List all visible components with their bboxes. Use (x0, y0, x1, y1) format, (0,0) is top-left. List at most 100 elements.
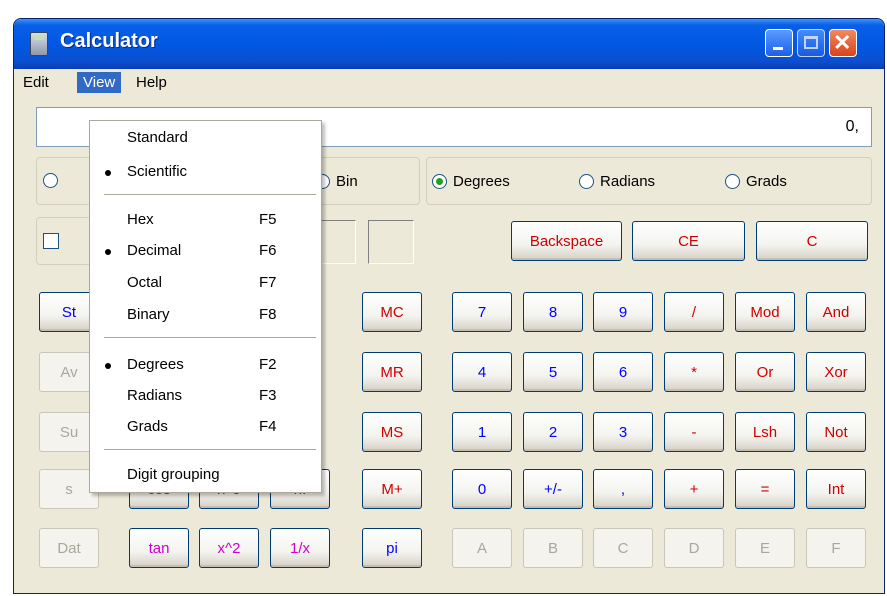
key-4[interactable]: 4 (452, 352, 512, 392)
menu-separator (104, 449, 316, 450)
menu-help[interactable]: Help (130, 72, 173, 93)
key-decimal[interactable]: , (593, 469, 653, 509)
menu-item-grads[interactable]: Grads F4 (90, 415, 321, 439)
key-divide[interactable]: / (664, 292, 724, 332)
radio-circle-selected (432, 174, 447, 189)
menu-edit[interactable]: Edit (17, 72, 55, 93)
menu-item-shortcut: F5 (259, 211, 277, 228)
key-int[interactable]: Int (806, 469, 866, 509)
inv-checkbox[interactable] (43, 233, 59, 249)
menu-item-degrees[interactable]: Degrees F2 (90, 353, 321, 377)
key-8[interactable]: 8 (523, 292, 583, 332)
radio-circle (579, 174, 594, 189)
clear-button[interactable]: C (756, 221, 868, 261)
memory-store-button[interactable]: MS (362, 412, 422, 452)
key-0[interactable]: 0 (452, 469, 512, 509)
memory-indicator (368, 220, 414, 264)
key-or[interactable]: Or (735, 352, 795, 392)
key-lsh[interactable]: Lsh (735, 412, 795, 452)
menu-view[interactable]: View (77, 72, 122, 93)
menu-item-label: Standard (127, 129, 188, 146)
key-9[interactable]: 9 (593, 292, 653, 332)
menu-item-shortcut: F6 (259, 242, 277, 259)
menu-item-label: Degrees (127, 356, 184, 373)
memory-clear-button[interactable]: MC (362, 292, 422, 332)
checked-bullet-icon (105, 170, 111, 176)
key-hex-a: A (452, 528, 512, 568)
key-hex-d: D (664, 528, 724, 568)
menu-item-label: Decimal (127, 242, 182, 259)
key-and[interactable]: And (806, 292, 866, 332)
menu-item-standard[interactable]: Standard (90, 126, 321, 150)
menu-item-radians[interactable]: Radians F3 (90, 384, 321, 408)
menu-item-binary[interactable]: Binary F8 (90, 303, 321, 327)
menu-item-shortcut: F7 (259, 274, 277, 291)
menu-item-label: Radians (127, 387, 183, 404)
maximize-icon (804, 36, 818, 49)
key-hex-c: C (593, 528, 653, 568)
radio-radians[interactable]: Radians (579, 173, 655, 190)
key-7[interactable]: 7 (452, 292, 512, 332)
display-value: 0, (845, 118, 859, 135)
radio-degrees[interactable]: Degrees (432, 173, 510, 190)
radio-grads[interactable]: Grads (725, 173, 787, 190)
minimize-button[interactable] (765, 29, 793, 57)
backspace-button[interactable]: Backspace (511, 221, 622, 261)
menu-item-shortcut: F4 (259, 418, 277, 435)
clear-entry-button[interactable]: CE (632, 221, 745, 261)
key-hex-b: B (523, 528, 583, 568)
key-negate[interactable]: +/- (523, 469, 583, 509)
radio-grads-label: Grads (746, 173, 787, 190)
minimize-icon (773, 47, 783, 50)
close-icon: ✕ (833, 30, 852, 55)
menu-item-label: Scientific (127, 163, 188, 180)
key-2[interactable]: 2 (523, 412, 583, 452)
radio-degrees-label: Degrees (453, 173, 510, 190)
memory-recall-button[interactable]: MR (362, 352, 422, 392)
menu-item-label: Octal (127, 274, 163, 291)
memory-add-button[interactable]: M+ (362, 469, 422, 509)
calculator-window: Calculator ✕ Edit View Help 0, Bin Degre… (13, 18, 885, 594)
radio-hex[interactable] (43, 173, 64, 188)
radio-circle (43, 173, 58, 188)
checked-bullet-icon (105, 249, 111, 255)
key-add[interactable]: + (664, 469, 724, 509)
key-5[interactable]: 5 (523, 352, 583, 392)
menu-item-shortcut: F8 (259, 306, 277, 323)
key-xor[interactable]: Xor (806, 352, 866, 392)
radio-circle (725, 174, 740, 189)
maximize-button[interactable] (797, 29, 825, 57)
key-1[interactable]: 1 (452, 412, 512, 452)
key-3[interactable]: 3 (593, 412, 653, 452)
menu-bar: Edit View Help (14, 69, 884, 95)
reciprocal-button[interactable]: 1/x (270, 528, 330, 568)
key-6[interactable]: 6 (593, 352, 653, 392)
window-title: Calculator (60, 30, 158, 52)
x-squared-button[interactable]: x^2 (199, 528, 259, 568)
menu-item-shortcut: F3 (259, 387, 277, 404)
radio-bin-label: Bin (336, 173, 358, 190)
menu-item-hex[interactable]: Hex F5 (90, 208, 321, 232)
menu-item-label: Grads (127, 418, 168, 435)
menu-item-decimal[interactable]: Decimal F6 (90, 239, 321, 263)
title-bar[interactable]: Calculator ✕ (14, 19, 884, 69)
menu-item-shortcut: F2 (259, 356, 277, 373)
key-mod[interactable]: Mod (735, 292, 795, 332)
menu-item-label: Binary (127, 306, 170, 323)
key-hex-e: E (735, 528, 795, 568)
key-equals[interactable]: = (735, 469, 795, 509)
data-button: Dat (39, 528, 99, 568)
tan-button[interactable]: tan (129, 528, 189, 568)
pi-button[interactable]: pi (362, 528, 422, 568)
radio-radians-label: Radians (600, 173, 656, 190)
menu-item-label: Hex (127, 211, 154, 228)
menu-item-scientific[interactable]: Scientific (90, 160, 321, 184)
menu-item-label: Digit grouping (127, 466, 220, 483)
key-multiply[interactable]: * (664, 352, 724, 392)
checked-bullet-icon (105, 363, 111, 369)
key-not[interactable]: Not (806, 412, 866, 452)
close-button[interactable]: ✕ (829, 29, 857, 57)
key-subtract[interactable]: - (664, 412, 724, 452)
menu-item-octal[interactable]: Octal F7 (90, 271, 321, 295)
menu-item-digit-grouping[interactable]: Digit grouping (90, 463, 321, 487)
